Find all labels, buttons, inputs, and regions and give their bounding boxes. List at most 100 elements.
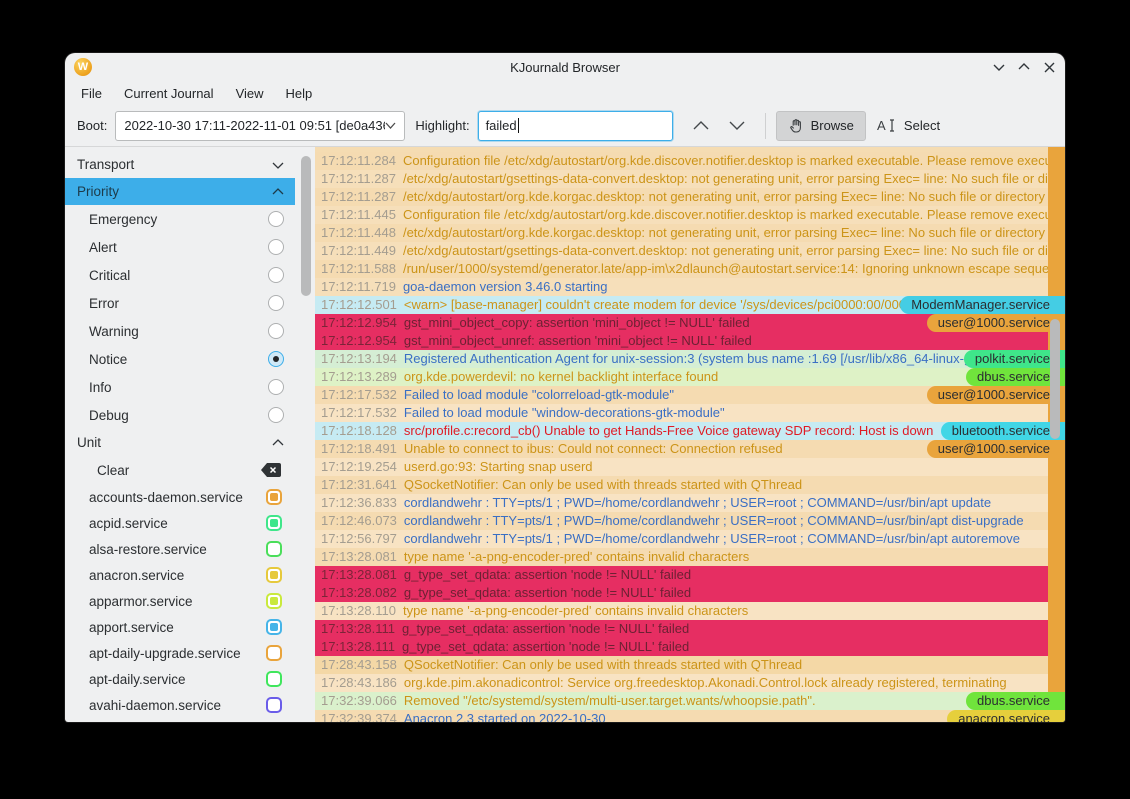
priority-item-warning[interactable]: Warning: [65, 317, 295, 345]
unit-color-strip: [1048, 170, 1065, 188]
unit-clear-button[interactable]: Clear: [65, 456, 295, 484]
unit-item-avahi-daemon-service[interactable]: avahi-daemon.service: [65, 692, 295, 718]
unit-item-apt-daily-service[interactable]: apt-daily.service: [65, 666, 295, 692]
unit-item-label: apt-daily.service: [89, 672, 186, 687]
titlebar[interactable]: W KJournald Browser: [65, 53, 1065, 81]
unit-checkbox[interactable]: [266, 619, 282, 635]
log-row[interactable]: 17:12:17.532Failed to load module "windo…: [315, 404, 1065, 422]
log-row[interactable]: 17:12:11.448/etc/xdg/autostart/org.kde.k…: [315, 224, 1065, 242]
unit-item-acpid-service[interactable]: acpid.service: [65, 510, 295, 536]
log-row[interactable]: 17:13:28.081g_type_set_qdata: assertion …: [315, 566, 1065, 584]
menu-current-journal[interactable]: Current Journal: [113, 83, 225, 104]
unit-item-accounts-daemon-service[interactable]: accounts-daemon.service: [65, 484, 295, 510]
unit-color-strip: [1048, 584, 1065, 602]
log-rows: 17:12:11.284Configuration file /etc/xdg/…: [315, 147, 1065, 722]
select-button[interactable]: A Select: [866, 111, 951, 141]
clear-backspace-icon: [260, 462, 282, 478]
previous-match-button[interactable]: [683, 112, 719, 140]
unit-checkbox[interactable]: [266, 645, 282, 661]
log-row[interactable]: 17:12:11.449/etc/xdg/autostart/gsettings…: [315, 242, 1065, 260]
section-transport[interactable]: Transport: [65, 151, 295, 178]
log-row[interactable]: 17:12:19.254userd.go:93: Starting snap u…: [315, 458, 1065, 476]
unit-checkbox[interactable]: [266, 697, 282, 713]
log-row[interactable]: 17:28:43.186org.kde.pim.akonadicontrol: …: [315, 674, 1065, 692]
radio-button[interactable]: [268, 351, 284, 367]
log-row[interactable]: 17:12:11.284Configuration file /etc/xdg/…: [315, 152, 1065, 170]
log-scrollbar[interactable]: [1050, 319, 1060, 439]
sidebar-scrollbar[interactable]: [301, 156, 311, 296]
log-row[interactable]: 17:13:28.111g_type_set_qdata: assertion …: [315, 620, 1065, 638]
minimize-button[interactable]: [991, 59, 1007, 75]
log-row[interactable]: 17:12:11.287/etc/xdg/autostart/gsettings…: [315, 170, 1065, 188]
log-row[interactable]: 17:12:56.797cordlandwehr : TTY=pts/1 ; P…: [315, 530, 1065, 548]
unit-item-apparmor-service[interactable]: apparmor.service: [65, 588, 295, 614]
log-message: goa-daemon version 3.46.0 starting: [403, 279, 608, 294]
log-row[interactable]: 17:12:18.128src/profile.c:record_cb() Un…: [315, 422, 1065, 440]
menu-file[interactable]: File: [70, 83, 113, 104]
priority-item-label: Info: [89, 380, 112, 395]
unit-color-strip: [1048, 458, 1065, 476]
log-row[interactable]: 17:12:11.588/run/user/1000/systemd/gener…: [315, 260, 1065, 278]
log-row[interactable]: 17:13:28.081type name '-a-png-encoder-pr…: [315, 548, 1065, 566]
log-row[interactable]: 17:13:28.111g_type_set_qdata: assertion …: [315, 638, 1065, 656]
browse-button[interactable]: Browse: [776, 111, 866, 141]
unit-item-anacron-service[interactable]: anacron.service: [65, 562, 295, 588]
unit-checkbox[interactable]: [266, 671, 282, 687]
unit-checkbox[interactable]: [266, 567, 282, 583]
priority-item-emergency[interactable]: Emergency: [65, 205, 295, 233]
section-priority[interactable]: Priority: [65, 178, 295, 205]
boot-combobox[interactable]: 2022-10-30 17:11-2022-11-01 09:51 [de0a4…: [115, 111, 405, 141]
priority-item-debug[interactable]: Debug: [65, 401, 295, 429]
radio-button[interactable]: [268, 239, 284, 255]
radio-button[interactable]: [268, 407, 284, 423]
log-timestamp: 17:13:28.081: [321, 549, 397, 564]
radio-button[interactable]: [268, 267, 284, 283]
unit-checkbox[interactable]: [266, 541, 282, 557]
unit-item-apt-daily-upgrade-service[interactable]: apt-daily-upgrade.service: [65, 640, 295, 666]
log-row[interactable]: 17:12:11.287/etc/xdg/autostart/org.kde.k…: [315, 188, 1065, 206]
log-row[interactable]: 17:12:31.641QSocketNotifier: Can only be…: [315, 476, 1065, 494]
unit-checkbox[interactable]: [266, 489, 282, 505]
priority-item-info[interactable]: Info: [65, 373, 295, 401]
kjournald-window: W KJournald Browser File Current Journa: [65, 53, 1065, 722]
log-row[interactable]: 17:12:18.491Unable to connect to ibus: C…: [315, 440, 1065, 458]
priority-item-notice[interactable]: Notice: [65, 345, 295, 373]
log-row[interactable]: 17:13:28.082g_type_set_qdata: assertion …: [315, 584, 1065, 602]
priority-item-label: Critical: [89, 268, 130, 283]
log-row[interactable]: 17:12:13.289org.kde.powerdevil: no kerne…: [315, 368, 1065, 386]
log-row[interactable]: 17:32:39.374Anacron 2.3 started on 2022-…: [315, 710, 1065, 722]
log-row[interactable]: 17:12:11.719goa-daemon version 3.46.0 st…: [315, 278, 1065, 296]
unit-item-label: apparmor.service: [89, 594, 193, 609]
unit-checkbox[interactable]: [266, 515, 282, 531]
radio-button[interactable]: [268, 379, 284, 395]
close-button[interactable]: [1041, 59, 1057, 75]
log-row[interactable]: 17:12:12.954gst_mini_object_copy: assert…: [315, 314, 1065, 332]
log-row[interactable]: 17:12:13.194Registered Authentication Ag…: [315, 350, 1065, 368]
menu-help[interactable]: Help: [275, 83, 324, 104]
log-row[interactable]: 17:13:28.110type name '-a-png-encoder-pr…: [315, 602, 1065, 620]
priority-item-critical[interactable]: Critical: [65, 261, 295, 289]
section-unit[interactable]: Unit: [65, 429, 295, 456]
unit-color-strip: [1048, 530, 1065, 548]
log-row[interactable]: 17:12:36.833cordlandwehr : TTY=pts/1 ; P…: [315, 494, 1065, 512]
unit-item-alsa-restore-service[interactable]: alsa-restore.service: [65, 536, 295, 562]
log-timestamp: 17:12:36.833: [321, 495, 397, 510]
unit-checkbox[interactable]: [266, 593, 282, 609]
log-row[interactable]: 17:12:11.445Configuration file /etc/xdg/…: [315, 206, 1065, 224]
radio-button[interactable]: [268, 211, 284, 227]
unit-item-apport-service[interactable]: apport.service: [65, 614, 295, 640]
log-row[interactable]: 17:12:17.532Failed to load module "color…: [315, 386, 1065, 404]
log-row[interactable]: 17:12:12.954gst_mini_object_unref: asser…: [315, 332, 1065, 350]
maximize-button[interactable]: [1016, 59, 1032, 75]
log-row[interactable]: 17:12:46.073cordlandwehr : TTY=pts/1 ; P…: [315, 512, 1065, 530]
log-row[interactable]: 17:12:12.501<warn> [base-manager] couldn…: [315, 296, 1065, 314]
highlight-input[interactable]: failed: [478, 111, 673, 141]
log-row[interactable]: 17:32:39.066Removed "/etc/systemd/system…: [315, 692, 1065, 710]
radio-button[interactable]: [268, 323, 284, 339]
priority-item-alert[interactable]: Alert: [65, 233, 295, 261]
log-row[interactable]: 17:28:43.158QSocketNotifier: Can only be…: [315, 656, 1065, 674]
next-match-button[interactable]: [719, 112, 755, 140]
menu-view[interactable]: View: [225, 83, 275, 104]
radio-button[interactable]: [268, 295, 284, 311]
priority-item-error[interactable]: Error: [65, 289, 295, 317]
